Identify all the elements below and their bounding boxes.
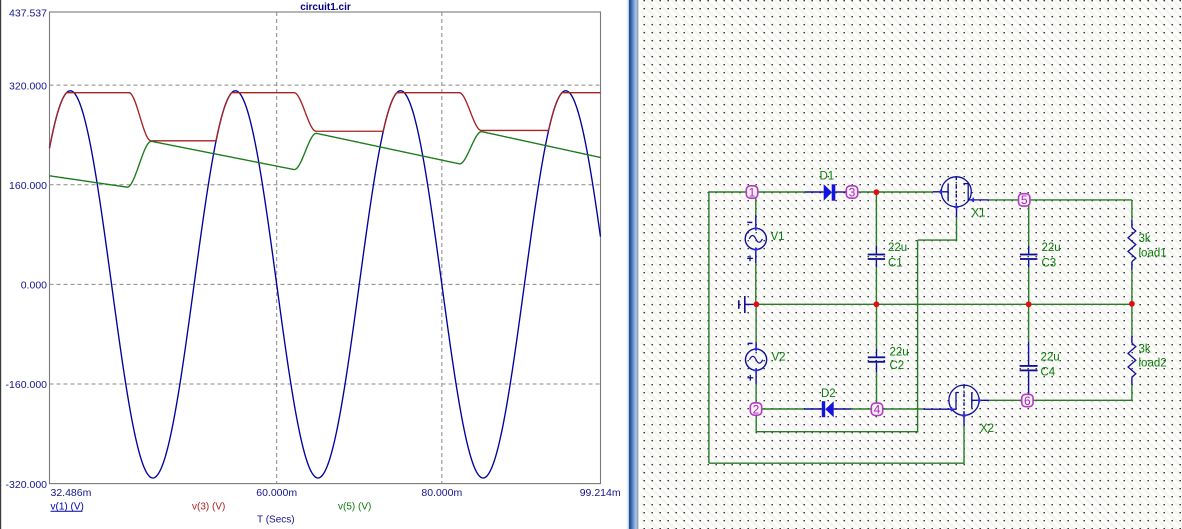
svg-text:v(5) (V): v(5) (V) bbox=[338, 502, 371, 513]
svg-text:6: 6 bbox=[1024, 394, 1031, 408]
svg-text:3k: 3k bbox=[1139, 233, 1151, 245]
svg-text:T (Secs): T (Secs) bbox=[257, 515, 295, 526]
svg-text:4: 4 bbox=[874, 403, 881, 417]
svg-text:X2: X2 bbox=[980, 423, 994, 435]
svg-text:C3: C3 bbox=[1042, 258, 1057, 270]
svg-text:v(3) (V): v(3) (V) bbox=[192, 502, 225, 513]
svg-text:-320.000: -320.000 bbox=[6, 479, 48, 491]
svg-text:22u: 22u bbox=[1042, 242, 1061, 254]
svg-text:C1: C1 bbox=[888, 258, 903, 270]
svg-text:2: 2 bbox=[753, 402, 760, 416]
svg-text:32.486m: 32.486m bbox=[51, 487, 92, 499]
svg-text:X1: X1 bbox=[972, 208, 986, 220]
svg-text:C4: C4 bbox=[1041, 367, 1056, 379]
svg-text:437.537: 437.537 bbox=[9, 8, 47, 20]
svg-text:-160.000: -160.000 bbox=[6, 379, 48, 391]
svg-text:D1: D1 bbox=[820, 171, 835, 183]
svg-text:22u: 22u bbox=[888, 242, 907, 254]
svg-text:99.214m: 99.214m bbox=[580, 487, 621, 499]
svg-text:V2: V2 bbox=[772, 352, 786, 364]
svg-text:22u: 22u bbox=[1041, 352, 1060, 364]
svg-text:320.000: 320.000 bbox=[9, 81, 47, 93]
svg-text:5: 5 bbox=[1021, 193, 1028, 207]
svg-text:60.000m: 60.000m bbox=[256, 487, 297, 499]
svg-text:load2: load2 bbox=[1139, 358, 1167, 370]
svg-text:load1: load1 bbox=[1139, 248, 1167, 260]
svg-text:1: 1 bbox=[749, 185, 756, 199]
svg-text:160.000: 160.000 bbox=[9, 180, 47, 192]
svg-text:22u: 22u bbox=[890, 347, 909, 359]
svg-text:D2: D2 bbox=[821, 388, 836, 400]
svg-text:0.000: 0.000 bbox=[21, 280, 47, 292]
svg-text:circuit1.cir: circuit1.cir bbox=[300, 2, 351, 13]
svg-text:C2: C2 bbox=[890, 360, 905, 372]
svg-text:3: 3 bbox=[849, 185, 856, 199]
svg-text:3k: 3k bbox=[1139, 344, 1151, 356]
svg-text:V1: V1 bbox=[771, 231, 785, 243]
svg-text:80.000m: 80.000m bbox=[421, 487, 462, 499]
